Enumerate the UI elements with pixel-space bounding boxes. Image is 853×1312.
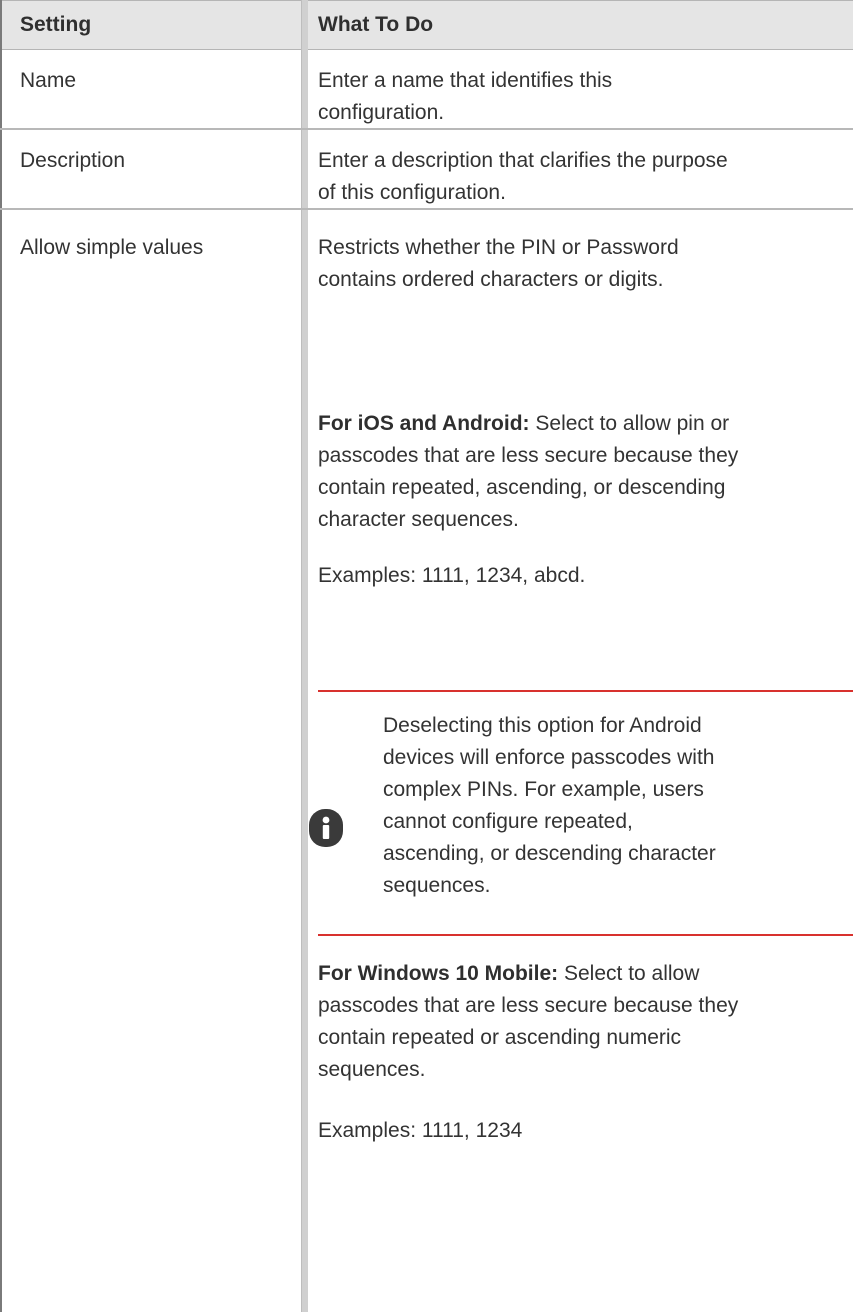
windows-line-3: contain repeated or ascending numeric — [318, 1026, 682, 1049]
setting-name: Name — [20, 69, 77, 92]
table-header-row: Setting What To Do — [0, 0, 853, 50]
what-to-do-description-line-2: of this configuration. — [318, 181, 506, 204]
note-line-5: ascending, or descending character — [383, 842, 716, 865]
note-top-rule — [318, 690, 853, 692]
windows-line-4: sequences. — [318, 1058, 426, 1081]
ios-android-label: For iOS and Android: — [318, 412, 530, 435]
info-icon — [309, 809, 343, 847]
ios-android-line-3: contain repeated, ascending, or descendi… — [318, 476, 726, 499]
column-divider — [301, 0, 308, 1312]
ios-android-line-2: passcodes that are less secure because t… — [318, 444, 739, 467]
ios-android-line-1: For iOS and Android: Select to allow pin… — [318, 408, 729, 440]
examples-ios-android: Examples: 1111, 1234, abcd. — [318, 564, 586, 587]
examples-windows: Examples: 1111, 1234 — [318, 1119, 523, 1142]
setting-allow-simple-values: Allow simple values — [20, 236, 204, 259]
setting-description: Description — [20, 149, 126, 172]
note-bottom-rule — [318, 934, 853, 936]
ios-android-first-line: Select to allow pin or — [529, 412, 730, 435]
note-line-2: devices will enforce passcodes with — [383, 746, 715, 769]
note-line-1: Deselecting this option for Android — [383, 714, 702, 737]
note-line-6: sequences. — [383, 874, 491, 897]
settings-table: Setting What To Do Name Enter a name tha… — [0, 0, 853, 1312]
note-line-4: cannot configure repeated, — [383, 810, 633, 833]
note-line-3: complex PINs. For example, users — [383, 778, 704, 801]
ios-android-line-4: character sequences. — [318, 508, 519, 531]
windows-first-line: Select to allow — [558, 962, 700, 985]
what-to-do-description-line-1: Enter a description that clarifies the p… — [318, 149, 728, 172]
table-left-border — [0, 0, 2, 1312]
header-what-to-do: What To Do — [318, 13, 434, 36]
windows-label: For Windows 10 Mobile: — [318, 962, 559, 985]
windows-line-2: passcodes that are less secure because t… — [318, 994, 739, 1017]
header-setting: Setting — [20, 13, 92, 36]
what-to-do-name-line-2: configuration. — [318, 101, 445, 124]
what-to-do-name-line-1: Enter a name that identifies this — [318, 69, 613, 92]
windows-line-1: For Windows 10 Mobile: Select to allow — [318, 958, 699, 990]
intro-line-2: contains ordered characters or digits. — [318, 268, 664, 291]
intro-line-1: Restricts whether the PIN or Password — [318, 236, 679, 259]
